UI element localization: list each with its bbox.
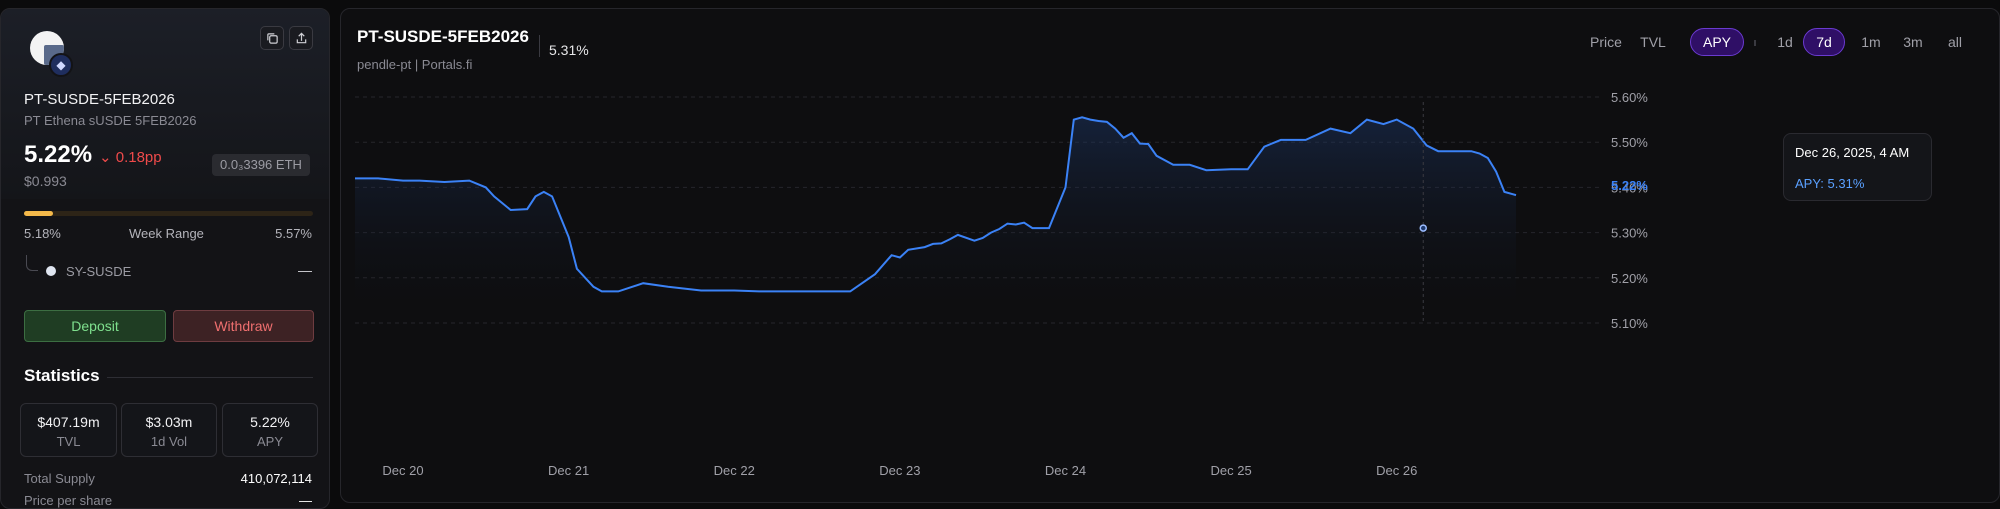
chart-panel: PT-SUSDE-5FEB2026 pendle-pt | Portals.fi…: [340, 8, 2000, 503]
share-icon: [296, 32, 306, 43]
stat-card-apy: 5.22% APY: [222, 403, 318, 457]
eth-value-pill: 0.0₃3396 ETH: [212, 154, 310, 176]
apy-value: 5.22%: [24, 141, 93, 168]
stat-card-tvl: $407.19m TVL: [20, 403, 117, 457]
stat-value: 5.22%: [250, 414, 290, 430]
total-supply-label: Total Supply: [24, 471, 95, 486]
token-name: PT-SUSDE-5FEB2026: [24, 91, 175, 108]
x-tick-label: Dec 23: [879, 463, 920, 478]
x-tick-label: Dec 20: [382, 463, 423, 478]
stat-label: APY: [256, 434, 283, 449]
copy-icon: [266, 32, 278, 44]
statistics-divider: [107, 377, 313, 378]
stat-card-volume: $3.03m 1d Vol: [121, 403, 217, 457]
token-price: $0.993: [24, 173, 67, 189]
week-range-bar: [24, 211, 313, 216]
x-tick-label: Dec 25: [1211, 463, 1252, 478]
last-value-label: 5.22%: [1611, 178, 1648, 193]
token-info-panel: ◆ PT-SUSDE-5FEB2026 PT Ethena sUSDE 5FEB…: [0, 8, 330, 509]
tooltip-date: Dec 26, 2025, 4 AM: [1795, 145, 1910, 160]
week-range-label: Week Range: [129, 226, 204, 241]
y-tick-label: 5.10%: [1611, 316, 1648, 331]
copy-button[interactable]: [260, 26, 284, 50]
tree-connector: [26, 255, 38, 271]
stat-label: TVL: [56, 434, 81, 449]
tooltip-value: APY: 5.31%: [1795, 176, 1865, 191]
x-tick-label: Dec 21: [548, 463, 589, 478]
apy-chart[interactable]: 5.60%5.50%5.40%5.30%5.20%5.10%Dec 20 Dec …: [341, 9, 2000, 503]
share-button[interactable]: [289, 26, 313, 50]
y-tick-label: 5.30%: [1611, 226, 1648, 241]
hover-point: [1419, 224, 1428, 232]
sy-token-icon: [46, 266, 56, 276]
price-per-share-label: Price per share: [24, 493, 113, 508]
deposit-button[interactable]: Deposit: [24, 310, 166, 342]
chart-tooltip: Dec 26, 2025, 4 AM APY: 5.31%: [1783, 133, 1932, 201]
week-range-fill: [24, 211, 53, 216]
y-tick-label: 5.20%: [1611, 271, 1648, 286]
x-tick-label: Dec 24: [1045, 463, 1086, 478]
total-supply-value: 410,072,114: [240, 471, 312, 486]
app-root: ◆ PT-SUSDE-5FEB2026 PT Ethena sUSDE 5FEB…: [0, 0, 2000, 509]
statistics-title: Statistics: [24, 366, 100, 385]
y-tick-label: 5.60%: [1611, 90, 1648, 105]
price-per-share-value: —: [299, 493, 312, 508]
apy-area: [355, 117, 1516, 323]
apy-change: ⌄ 0.18pp: [99, 149, 162, 166]
token-subtitle: PT Ethena sUSDE 5FEB2026: [24, 113, 197, 128]
sy-token-value: —: [298, 262, 312, 278]
x-tick-label: Dec 22: [714, 463, 755, 478]
stat-value: $3.03m: [145, 414, 193, 430]
week-range-low: 5.18%: [24, 226, 61, 241]
week-range-high: 5.57%: [275, 226, 312, 241]
x-tick-label: Dec 26: [1376, 463, 1417, 478]
withdraw-button[interactable]: Withdraw: [173, 310, 314, 342]
sy-token-name[interactable]: SY-SUSDE: [66, 264, 131, 279]
ethereum-icon: ◆: [49, 53, 73, 77]
stat-label: 1d Vol: [150, 434, 188, 449]
stat-value: $407.19m: [37, 414, 100, 430]
y-tick-label: 5.50%: [1611, 135, 1648, 150]
